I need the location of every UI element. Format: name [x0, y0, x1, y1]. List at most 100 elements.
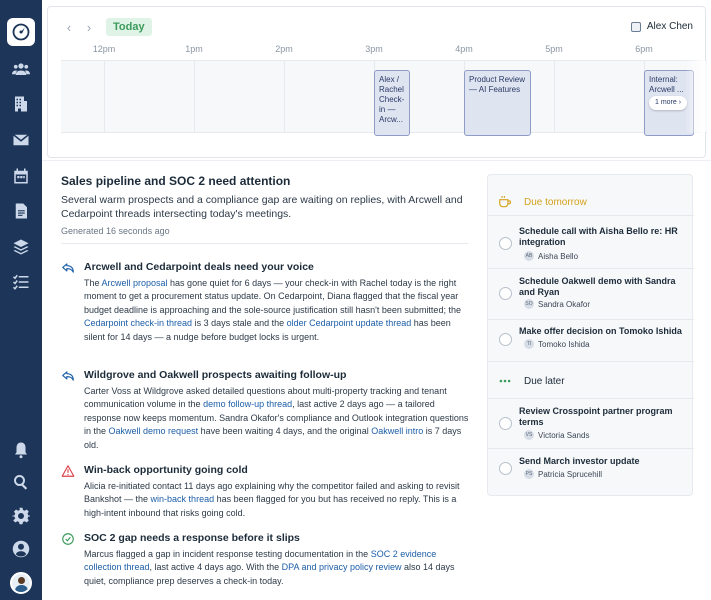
assignee-avatar: SO	[524, 299, 534, 309]
due-tomorrow-header: Due tomorrow	[488, 188, 694, 216]
assignee-avatar: VS	[524, 430, 534, 440]
hour-label: 5pm	[545, 44, 563, 54]
assignee-avatar: AB	[524, 251, 534, 261]
building-icon[interactable]	[7, 90, 35, 118]
gridline	[554, 61, 555, 132]
summary-headline: Sales pipeline and SOC 2 need attention	[61, 174, 291, 188]
calendar-fade	[685, 60, 705, 133]
task-assignee: AB Aisha Bello	[524, 251, 578, 261]
task-checkbox[interactable]	[499, 333, 512, 346]
insight-text: is 3 days stale and the	[192, 318, 287, 329]
cedarpoint-checkin-link[interactable]: Cedarpoint check-in thread	[84, 318, 192, 328]
task-assignee: PS Patricia Sprucehill	[524, 469, 602, 479]
user-filter[interactable]: Alex Chen	[630, 21, 693, 32]
insight-text: have been waiting 4 days, and the origin…	[198, 426, 372, 437]
insight-title: SOC 2 gap needs a response before it sli…	[84, 532, 300, 544]
oakwell-intro-link[interactable]: Oakwell intro	[371, 426, 423, 436]
search-icon[interactable]	[7, 468, 35, 496]
insight-card: SOC 2 gap needs a response before it sli…	[61, 531, 471, 588]
hour-label: 2pm	[275, 44, 293, 54]
gridline	[104, 61, 105, 132]
insight-title: Win-back opportunity going cold	[84, 464, 248, 476]
warning-icon	[61, 464, 75, 478]
due-later-header: Due later	[488, 367, 694, 395]
hour-label: 12pm	[92, 44, 116, 54]
next-day-button[interactable]: ›	[82, 21, 96, 35]
task-separator	[488, 319, 694, 320]
dashboard-icon[interactable]	[7, 18, 35, 46]
more-events-button[interactable]: 1 more ›	[649, 96, 688, 110]
insight-text: , last active 4 days ago. With the	[149, 562, 282, 573]
layers-icon[interactable]	[7, 233, 35, 261]
calendar-strip: ‹ › Today Alex Chen 12pm 1pm 2pm 3pm 4pm…	[47, 6, 707, 158]
hour-label: 4pm	[455, 44, 473, 54]
user-filter-checkbox[interactable]	[630, 21, 641, 32]
assignee-name: Sandra Okafor	[538, 299, 591, 309]
insight-body: Alicia re-initiated contact 11 days ago …	[84, 480, 471, 520]
task-separator	[488, 215, 694, 216]
task-checkbox[interactable]	[499, 237, 512, 250]
summary-subline: Several warm prospects and a compliance …	[61, 194, 463, 220]
insight-title: Wildgrove and Oakwell prospects awaiting…	[84, 369, 347, 381]
assignee-name: Patricia Sprucehill	[538, 469, 603, 479]
prev-day-button[interactable]: ‹	[62, 21, 76, 35]
reply-icon	[61, 369, 75, 383]
task-separator	[488, 448, 694, 449]
today-button[interactable]: Today	[106, 18, 152, 36]
task-separator	[488, 268, 694, 269]
document-icon[interactable]	[7, 197, 35, 225]
timeline-grid: Alex / Rachel Check-in — Arcw... Product…	[61, 60, 707, 136]
calendar-event[interactable]: Alex / Rachel Check-in — Arcw...	[374, 70, 410, 136]
bell-icon[interactable]	[7, 436, 35, 464]
reply-icon	[61, 261, 75, 275]
account-icon[interactable]	[7, 535, 35, 563]
insight-body: The Arcwell proposal has gone quiet for …	[84, 277, 471, 344]
task-title: Send March investor update	[519, 456, 640, 466]
insight-card: Wildgrove and Oakwell prospects awaiting…	[61, 368, 471, 452]
task-checkbox[interactable]	[499, 417, 512, 430]
hour-label: 6pm	[635, 44, 653, 54]
assignee-name: Tomoko Ishida	[538, 339, 590, 349]
task-title: Make offer decision on Tomoko Ishida	[519, 326, 682, 336]
calendar-icon[interactable]	[7, 162, 35, 190]
insight-text: Marcus flagged a gap in incident respons…	[84, 549, 371, 559]
assignee-avatar: TI	[524, 339, 534, 349]
arcwell-proposal-link[interactable]: Arcwell proposal	[102, 278, 168, 288]
settings-icon[interactable]	[7, 502, 35, 530]
hour-label: 1pm	[185, 44, 203, 54]
hour-label: 3pm	[365, 44, 383, 54]
task-assignee: SO Sandra Okafor	[524, 299, 590, 309]
task-separator	[488, 398, 694, 399]
user-filter-label: Alex Chen	[646, 21, 693, 32]
insight-body: Carter Voss at Wildgrove asked detailed …	[84, 385, 471, 452]
people-icon[interactable]	[7, 55, 35, 83]
assignee-name: Victoria Sands	[538, 430, 590, 440]
calendar-event[interactable]: Product Review — AI Features	[464, 70, 531, 136]
insight-title: Arcwell and Cedarpoint deals need your v…	[84, 261, 314, 273]
assignee-avatar: PS	[524, 469, 534, 479]
generated-timestamp: Generated 16 seconds ago	[61, 226, 170, 236]
win-back-thread-link[interactable]: win-back thread	[151, 494, 215, 504]
insight-text: The	[84, 278, 102, 288]
task-checkbox[interactable]	[499, 462, 512, 475]
demo-followup-link[interactable]: demo follow-up thread	[203, 399, 292, 409]
assignee-name: Aisha Bello	[538, 251, 579, 261]
due-tomorrow-label: Due tomorrow	[524, 196, 587, 208]
gridline	[284, 61, 285, 132]
dpa-privacy-link[interactable]: DPA and privacy policy review	[282, 562, 402, 572]
due-later-label: Due later	[524, 375, 565, 387]
cedarpoint-update-link[interactable]: older Cedarpoint update thread	[287, 318, 412, 328]
user-avatar[interactable]	[10, 572, 32, 594]
task-assignee: TI Tomoko Ishida	[524, 339, 590, 349]
cup-icon	[498, 195, 512, 209]
mail-icon[interactable]	[7, 126, 35, 154]
checklist-icon[interactable]	[7, 268, 35, 296]
task-checkbox[interactable]	[499, 287, 512, 300]
summary-separator	[61, 243, 468, 244]
task-assignee: VS Victoria Sands	[524, 430, 589, 440]
oakwell-demo-link[interactable]: Oakwell demo request	[109, 426, 199, 436]
task-separator	[488, 361, 694, 362]
task-title: Review Crosspoint partner program terms	[519, 406, 673, 427]
check-circle-icon	[61, 532, 75, 546]
tasks-panel: Due tomorrow Schedule call with Aisha Be…	[487, 174, 694, 496]
